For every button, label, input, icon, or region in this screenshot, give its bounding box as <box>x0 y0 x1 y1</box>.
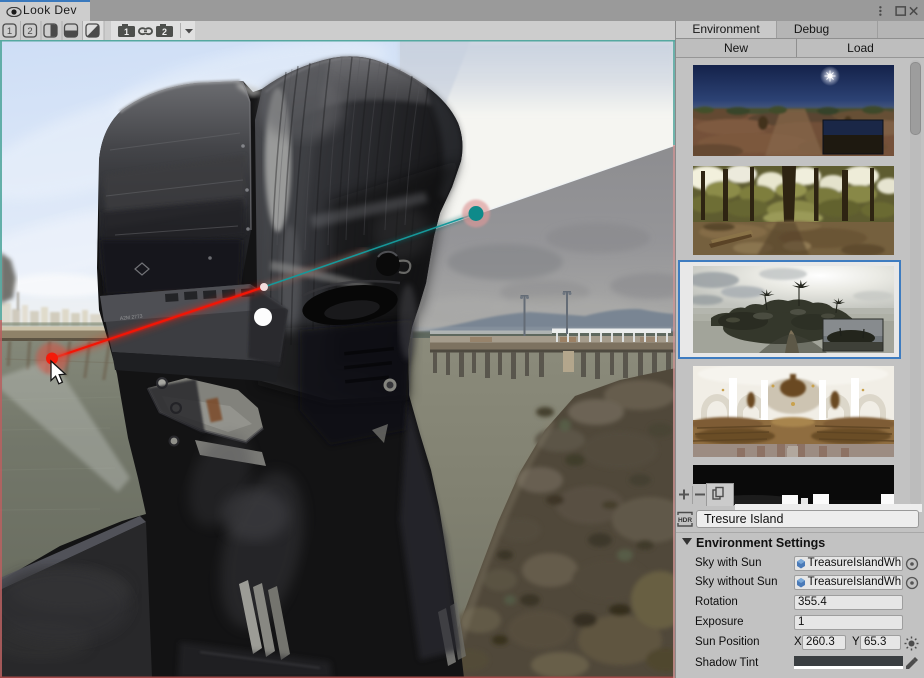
svg-text:1: 1 <box>7 26 12 37</box>
svg-text:HDR: HDR <box>678 517 692 524</box>
svg-text:2: 2 <box>162 27 167 37</box>
svg-text:1: 1 <box>124 27 129 37</box>
svg-text:2: 2 <box>27 26 32 37</box>
